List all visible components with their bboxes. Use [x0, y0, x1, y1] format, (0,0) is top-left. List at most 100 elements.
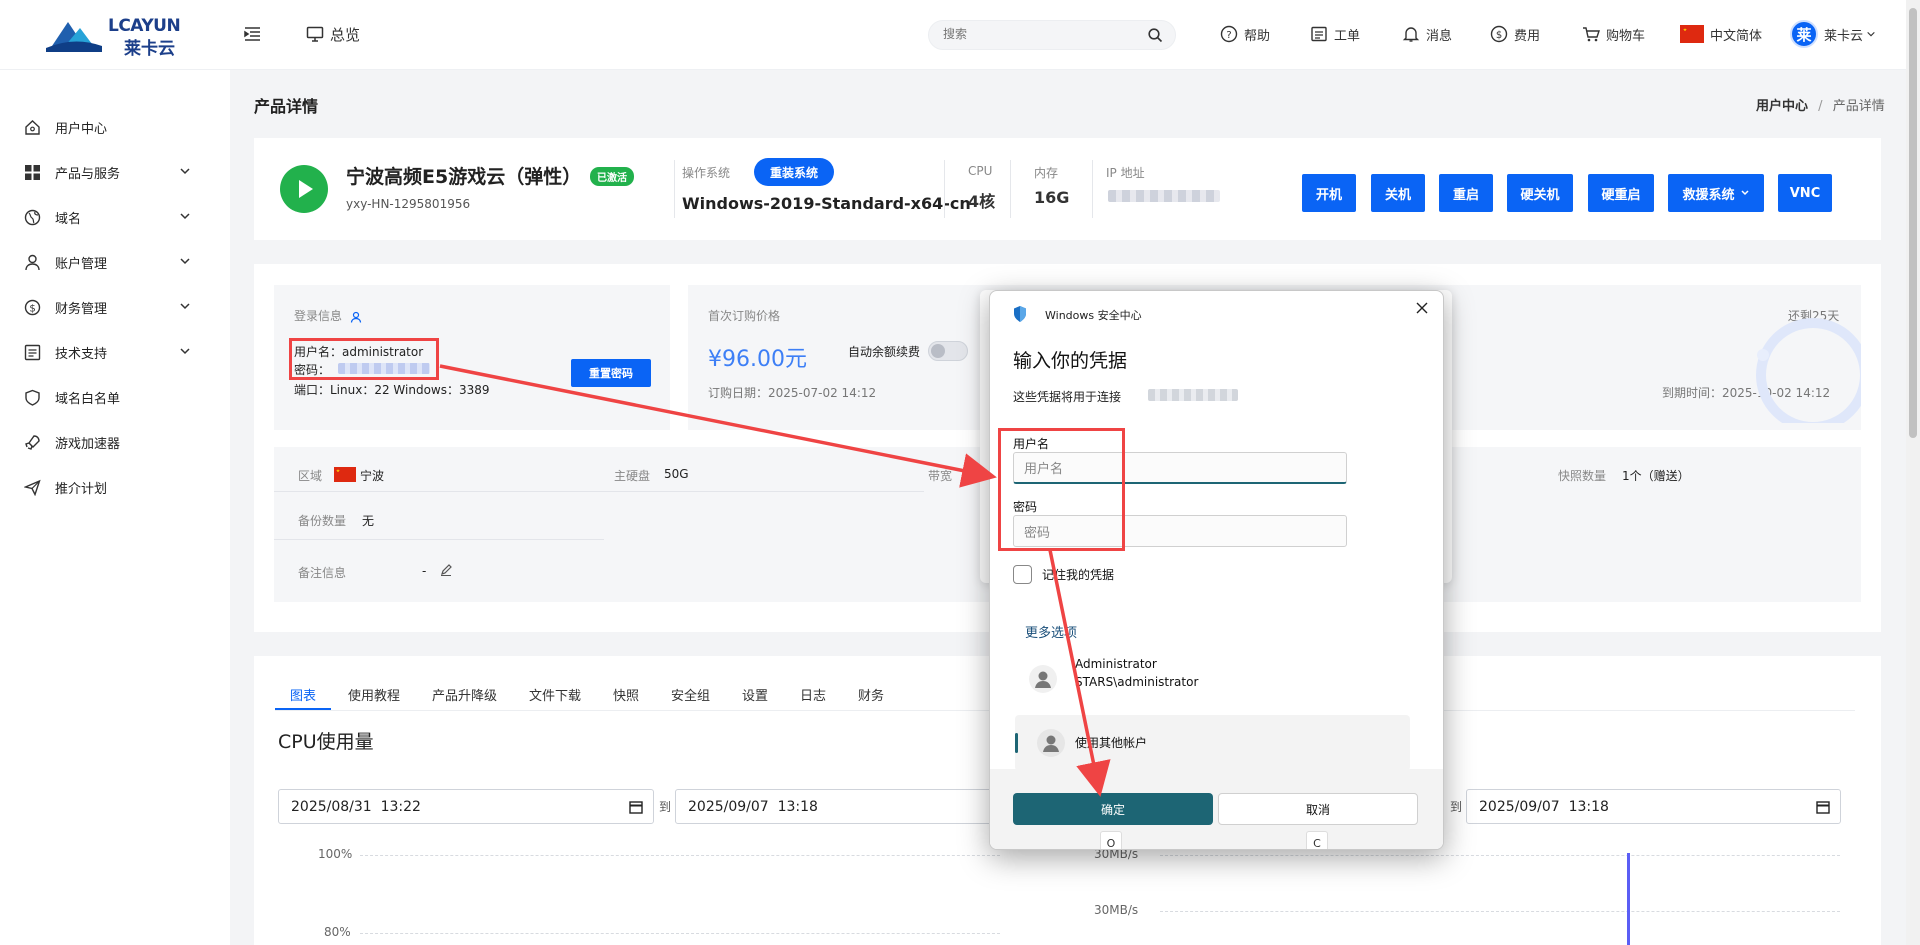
y-axis-label-top: 100%	[318, 847, 353, 861]
fees-link[interactable]: $ 费用	[1490, 22, 1540, 46]
os-label: 操作系统	[682, 166, 731, 180]
note-value: -	[422, 564, 427, 578]
close-icon[interactable]	[1415, 301, 1429, 315]
windows-security-dialog: Windows 安全中心 输入你的凭据 这些凭据将用于连接 用户名 用户名 密码…	[989, 290, 1444, 850]
edit-icon[interactable]	[440, 564, 452, 576]
tab-snapshot[interactable]: 快照	[613, 685, 639, 704]
os-value: Windows-2019-Standard-x64-cn	[682, 194, 971, 213]
account-option-admin[interactable]: Administrator STARS\administrator	[1015, 653, 1410, 703]
home-icon	[25, 119, 40, 135]
breadcrumb-home[interactable]: 用户中心	[1756, 99, 1808, 114]
tab-chart[interactable]: 图表	[290, 685, 316, 704]
vnc-button[interactable]: VNC	[1778, 174, 1832, 212]
logo-cn: 莱卡云	[124, 39, 175, 59]
tab-upgrade[interactable]: 产品升降级	[432, 685, 497, 704]
tab-tutorial[interactable]: 使用教程	[348, 685, 400, 704]
user-avatar-icon	[1029, 665, 1057, 693]
cpu-value: 4核	[968, 192, 996, 211]
page-scrollbar[interactable]	[1906, 0, 1920, 945]
search-icon[interactable]	[1148, 28, 1163, 43]
divider	[274, 539, 604, 540]
send-icon	[24, 479, 41, 496]
cancel-button[interactable]: 取消	[1218, 793, 1418, 825]
date-to-input[interactable]: 2025/09/07 13:18	[675, 789, 995, 824]
ticket-link[interactable]: 工单	[1310, 22, 1360, 46]
chevron-down-icon	[180, 303, 190, 310]
collapse-menu-icon[interactable]	[244, 26, 261, 43]
chevron-down-icon	[1867, 31, 1875, 37]
message-link[interactable]: 消息	[1402, 22, 1452, 46]
date-to-input-right[interactable]: 2025/09/07 13:18	[1466, 789, 1841, 824]
disk-value: 50G	[664, 467, 689, 481]
grid-line	[360, 933, 1000, 934]
tab-settings[interactable]: 设置	[742, 685, 768, 704]
user-menu[interactable]: 莱 莱卡云	[1790, 20, 1882, 48]
tab-download[interactable]: 文件下载	[529, 685, 581, 704]
sidebar-item-referral[interactable]: 推介计划	[24, 475, 206, 499]
chevron-down-icon	[180, 258, 190, 265]
calendar-icon[interactable]	[1816, 800, 1830, 814]
sidebar-item-domain[interactable]: 域名	[24, 205, 206, 229]
play-button[interactable]	[280, 165, 328, 213]
power-off-button[interactable]: 关机	[1371, 174, 1425, 212]
calendar-icon[interactable]	[629, 800, 643, 814]
more-options-link[interactable]: 更多选项	[1025, 622, 1077, 641]
power-on-button[interactable]: 开机	[1302, 174, 1356, 212]
language-select[interactable]: 中文简体	[1680, 22, 1762, 46]
reinstall-button[interactable]: 重装系统	[754, 158, 834, 186]
sidebar-item-user-center[interactable]: 用户中心	[24, 115, 206, 139]
china-flag-icon	[334, 467, 356, 482]
dialog-heading: 输入你的凭据	[1013, 350, 1128, 372]
rescue-system-button[interactable]: 救援系统	[1668, 174, 1764, 212]
status-badge: 已激活	[590, 167, 634, 186]
date-from-input[interactable]: 2025/08/31 13:22	[278, 789, 654, 824]
breadcrumb: 用户中心 / 产品详情	[1756, 99, 1885, 114]
tab-logs[interactable]: 日志	[800, 685, 826, 704]
region-label: 区域	[298, 469, 323, 483]
order-date: 订购日期：2025-07-02 14:12	[708, 386, 877, 400]
logo-text: LCAYUN	[108, 16, 181, 36]
sidebar-item-products[interactable]: 产品与服务	[24, 160, 206, 184]
bell-icon	[1402, 27, 1420, 42]
sidebar-item-accelerator[interactable]: 游戏加速器	[24, 430, 206, 454]
y-axis-label-second: 80%	[324, 925, 351, 939]
tab-finance[interactable]: 财务	[858, 685, 884, 704]
help-link[interactable]: ? 帮助	[1220, 22, 1270, 46]
hard-shutdown-button[interactable]: 硬关机	[1507, 174, 1573, 212]
monitor-icon	[306, 26, 324, 42]
sidebar-item-account[interactable]: 账户管理	[24, 250, 206, 274]
divider	[274, 491, 604, 492]
ok-button[interactable]: 确定	[1013, 793, 1213, 825]
restart-button[interactable]: 重启	[1439, 174, 1493, 212]
remember-label[interactable]: 记住我的凭据	[1042, 566, 1114, 583]
search-input[interactable]	[943, 27, 1133, 41]
reset-password-button[interactable]: 重置密码	[571, 359, 651, 387]
user-icon	[25, 254, 40, 270]
dialog-app-name: Windows 安全中心	[1045, 309, 1142, 322]
user-icon	[350, 311, 361, 323]
logo[interactable]: LCAYUN 莱卡云	[46, 16, 186, 59]
disk-label: 主硬盘	[614, 469, 651, 483]
svg-text:$: $	[29, 303, 35, 314]
svg-text:$: $	[1496, 30, 1502, 41]
grid-line	[360, 855, 1000, 856]
tab-security-group[interactable]: 安全组	[671, 685, 710, 704]
auto-renew-toggle[interactable]	[928, 341, 968, 361]
overview-link[interactable]: 总览	[306, 22, 360, 46]
search-box[interactable]	[928, 20, 1176, 50]
ok-access-key: O	[1100, 831, 1122, 849]
remember-checkbox[interactable]	[1013, 565, 1032, 584]
date-to-label: 到	[659, 800, 672, 814]
dollar-icon: $	[1490, 25, 1508, 43]
china-flag-icon	[1680, 25, 1704, 43]
svg-text:?: ?	[1226, 30, 1231, 41]
ticket-icon	[1311, 26, 1327, 42]
sidebar-item-finance[interactable]: $ 财务管理	[24, 295, 206, 319]
avatar: 莱	[1790, 20, 1818, 48]
grid-icon	[25, 164, 40, 180]
sidebar-item-whitelist[interactable]: 域名白名单	[24, 385, 206, 409]
hard-restart-button[interactable]: 硬重启	[1588, 174, 1654, 212]
account-option-other[interactable]: 使用其他帐户	[1015, 715, 1410, 771]
sidebar-item-support[interactable]: 技术支持	[24, 340, 206, 364]
cart-link[interactable]: 购物车	[1582, 22, 1645, 46]
